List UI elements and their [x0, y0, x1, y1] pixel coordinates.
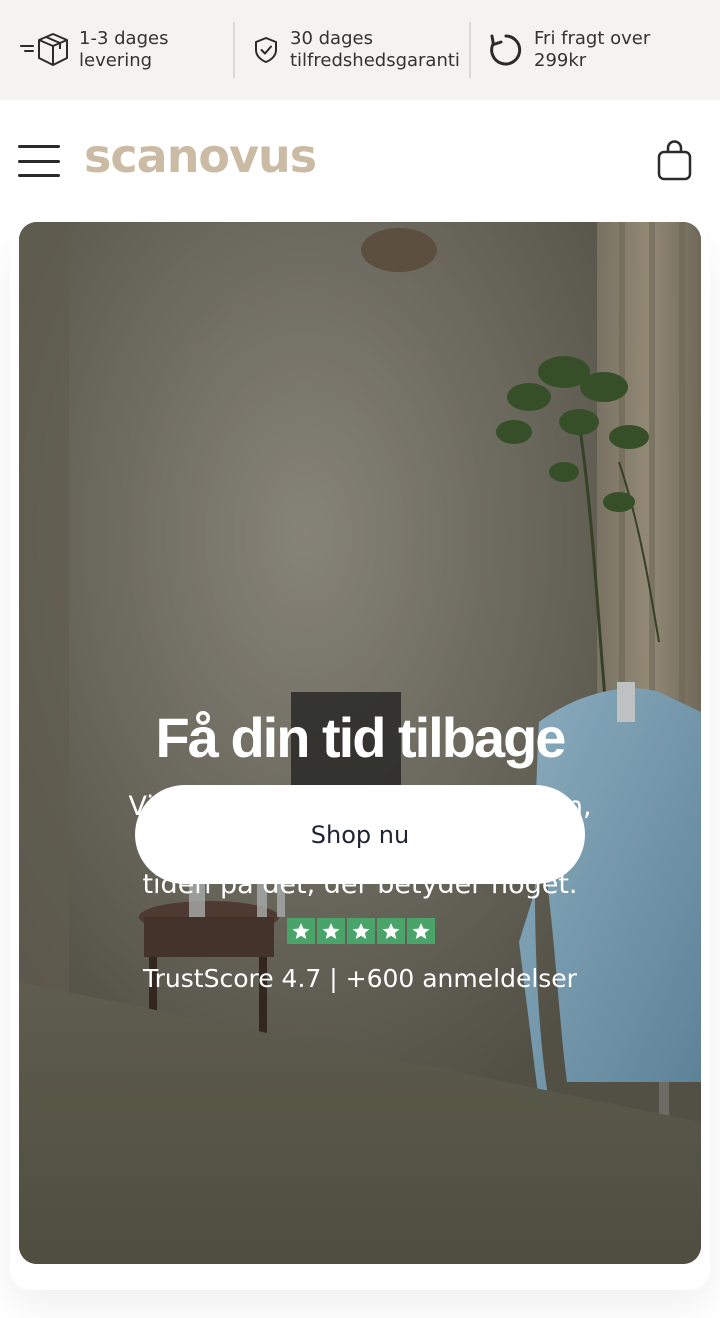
usp-guarantee: 30 dages tilfredshedsgaranti — [252, 22, 460, 78]
usp-delivery-line2: levering — [79, 50, 153, 71]
refresh-icon — [488, 32, 524, 68]
usp-shipping: Fri fragt over 299kr — [488, 22, 650, 78]
star-icon — [407, 918, 435, 944]
trustpilot-stars[interactable] — [287, 918, 435, 944]
usp-divider — [233, 22, 235, 78]
trustscore-text[interactable]: TrustScore 4.7 | +600 anmeldelser — [19, 964, 701, 993]
usp-guarantee-line1: 30 dages — [290, 28, 373, 49]
hero-title: Få din tid tilbage — [155, 706, 567, 769]
star-icon — [287, 918, 315, 944]
star-icon — [377, 918, 405, 944]
shop-now-button[interactable]: Shop nu — [135, 785, 585, 884]
usp-shipping-line2: 299kr — [534, 50, 587, 71]
site-header: scanovus — [0, 100, 720, 222]
usp-bar: 1-3 dages levering 30 dages tilfredsheds… — [0, 0, 720, 100]
usp-delivery: 1-3 dages levering — [18, 22, 168, 78]
hamburger-menu-icon[interactable] — [18, 145, 60, 177]
usp-shipping-line1: Fri fragt over — [534, 28, 651, 49]
logo[interactable]: scanovus — [84, 129, 317, 183]
package-icon — [18, 32, 70, 68]
usp-divider — [469, 22, 471, 78]
usp-guarantee-line2: tilfredshedsgaranti — [290, 50, 460, 71]
shopping-bag-icon[interactable] — [656, 140, 694, 182]
hero-banner: Få din tid tilbage Vi fjerner de opgaver… — [19, 222, 701, 1264]
shield-check-icon — [252, 36, 280, 64]
usp-delivery-line1: 1-3 dages — [79, 28, 169, 49]
star-icon — [347, 918, 375, 944]
star-icon — [317, 918, 345, 944]
